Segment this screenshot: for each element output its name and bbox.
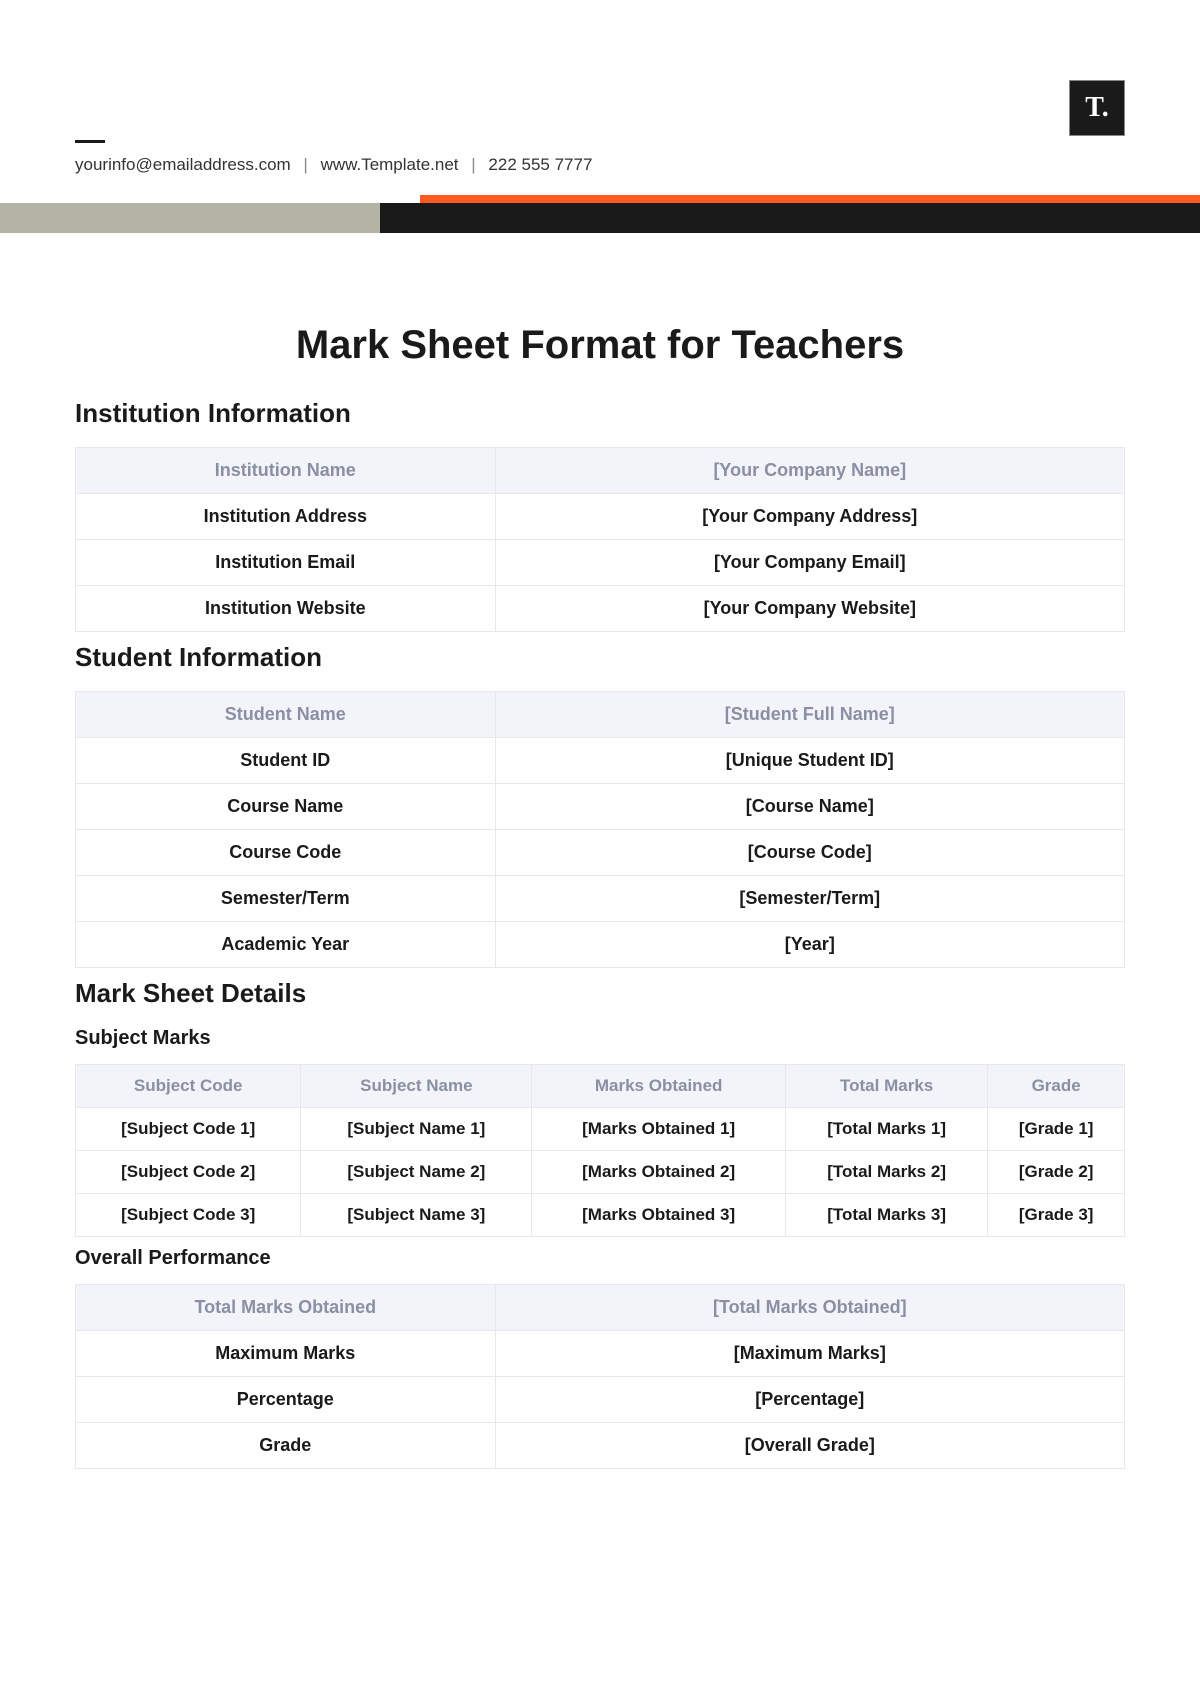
row-label: Institution Website	[76, 586, 496, 632]
table-row: Academic Year [Year]	[76, 922, 1125, 968]
table-row: [Subject Code 1] [Subject Name 1] [Marks…	[76, 1108, 1125, 1151]
row-value: [Your Company Address]	[495, 494, 1124, 540]
table-row: Institution Address [Your Company Addres…	[76, 494, 1125, 540]
row-value: [Student Full Name]	[495, 692, 1124, 738]
row-value: [Your Company Name]	[495, 448, 1124, 494]
overall-heading: Overall Performance	[75, 1247, 1125, 1270]
row-value: [Your Company Website]	[495, 586, 1124, 632]
row-value: [Course Code]	[495, 830, 1124, 876]
header-phone: 222 555 7777	[488, 155, 592, 174]
col-subject-name: Subject Name	[301, 1065, 532, 1108]
row-label: Institution Name	[76, 448, 496, 494]
row-value: [Your Company Email]	[495, 540, 1124, 586]
cell-subject-code: [Subject Code 2]	[76, 1151, 301, 1194]
institution-heading: Institution Information	[75, 398, 1125, 429]
col-grade: Grade	[988, 1065, 1125, 1108]
subject-marks-table: Subject Code Subject Name Marks Obtained…	[75, 1064, 1125, 1237]
table-row: Grade [Overall Grade]	[76, 1423, 1125, 1469]
col-marks-obtained: Marks Obtained	[532, 1065, 786, 1108]
document-content: Mark Sheet Format for Teachers Instituti…	[75, 233, 1125, 1469]
table-row: [Subject Code 2] [Subject Name 2] [Marks…	[76, 1151, 1125, 1194]
cell-subject-name: [Subject Name 2]	[301, 1151, 532, 1194]
separator: |	[303, 155, 307, 174]
table-row: Student Name [Student Full Name]	[76, 692, 1125, 738]
subject-tbody: [Subject Code 1] [Subject Name 1] [Marks…	[76, 1108, 1125, 1237]
subject-header-row: Subject Code Subject Name Marks Obtained…	[76, 1065, 1125, 1108]
student-tbody: Student Name [Student Full Name] Student…	[76, 692, 1125, 968]
cell-subject-name: [Subject Name 3]	[301, 1194, 532, 1237]
row-value: [Total Marks Obtained]	[495, 1285, 1124, 1331]
table-row: Institution Email [Your Company Email]	[76, 540, 1125, 586]
cell-marks-obtained: [Marks Obtained 3]	[532, 1194, 786, 1237]
row-value: [Overall Grade]	[495, 1423, 1124, 1469]
row-label: Maximum Marks	[76, 1331, 496, 1377]
row-label: Student Name	[76, 692, 496, 738]
cell-grade: [Grade 3]	[988, 1194, 1125, 1237]
cell-total-marks: [Total Marks 3]	[785, 1194, 987, 1237]
row-value: [Year]	[495, 922, 1124, 968]
institution-table: Institution Name [Your Company Name] Ins…	[75, 447, 1125, 632]
cell-subject-code: [Subject Code 3]	[76, 1194, 301, 1237]
table-row: Percentage [Percentage]	[76, 1377, 1125, 1423]
row-label: Institution Address	[76, 494, 496, 540]
header-contact-line: yourinfo@emailaddress.com | www.Template…	[75, 155, 1125, 175]
table-row: Course Code [Course Code]	[76, 830, 1125, 876]
row-value: [Semester/Term]	[495, 876, 1124, 922]
decorative-banner	[0, 195, 1200, 233]
row-value: [Maximum Marks]	[495, 1331, 1124, 1377]
row-label: Total Marks Obtained	[76, 1285, 496, 1331]
cell-grade: [Grade 2]	[988, 1151, 1125, 1194]
brand-logo-text: T.	[1085, 92, 1109, 124]
overall-table: Total Marks Obtained [Total Marks Obtain…	[75, 1284, 1125, 1469]
cell-total-marks: [Total Marks 1]	[785, 1108, 987, 1151]
student-heading: Student Information	[75, 642, 1125, 673]
row-label: Institution Email	[76, 540, 496, 586]
brand-logo: T.	[1069, 80, 1125, 136]
cell-grade: [Grade 1]	[988, 1108, 1125, 1151]
row-value: [Unique Student ID]	[495, 738, 1124, 784]
row-label: Semester/Term	[76, 876, 496, 922]
cell-subject-name: [Subject Name 1]	[301, 1108, 532, 1151]
table-row: Semester/Term [Semester/Term]	[76, 876, 1125, 922]
table-row: Student ID [Unique Student ID]	[76, 738, 1125, 784]
row-label: Percentage	[76, 1377, 496, 1423]
cell-total-marks: [Total Marks 2]	[785, 1151, 987, 1194]
row-label: Course Code	[76, 830, 496, 876]
banner-right	[380, 203, 1200, 233]
banner-left	[0, 203, 400, 233]
student-table: Student Name [Student Full Name] Student…	[75, 691, 1125, 968]
row-label: Course Name	[76, 784, 496, 830]
table-row: Institution Name [Your Company Name]	[76, 448, 1125, 494]
marksheet-heading: Mark Sheet Details	[75, 978, 1125, 1009]
row-label: Academic Year	[76, 922, 496, 968]
col-subject-code: Subject Code	[76, 1065, 301, 1108]
col-total-marks: Total Marks	[785, 1065, 987, 1108]
table-row: Course Name [Course Name]	[76, 784, 1125, 830]
page-title: Mark Sheet Format for Teachers	[75, 323, 1125, 368]
institution-tbody: Institution Name [Your Company Name] Ins…	[76, 448, 1125, 632]
decorative-line	[75, 140, 105, 143]
row-label: Grade	[76, 1423, 496, 1469]
separator: |	[471, 155, 475, 174]
cell-marks-obtained: [Marks Obtained 2]	[532, 1151, 786, 1194]
row-label: Student ID	[76, 738, 496, 784]
header-email: yourinfo@emailaddress.com	[75, 155, 291, 174]
table-row: Institution Website [Your Company Websit…	[76, 586, 1125, 632]
cell-marks-obtained: [Marks Obtained 1]	[532, 1108, 786, 1151]
table-row: Total Marks Obtained [Total Marks Obtain…	[76, 1285, 1125, 1331]
row-value: [Course Name]	[495, 784, 1124, 830]
table-row: Maximum Marks [Maximum Marks]	[76, 1331, 1125, 1377]
row-value: [Percentage]	[495, 1377, 1124, 1423]
header-website: www.Template.net	[321, 155, 459, 174]
table-row: [Subject Code 3] [Subject Name 3] [Marks…	[76, 1194, 1125, 1237]
document-page: T. yourinfo@emailaddress.com | www.Templ…	[0, 0, 1200, 1519]
overall-tbody: Total Marks Obtained [Total Marks Obtain…	[76, 1285, 1125, 1469]
banner-diagonal	[380, 203, 420, 233]
subject-marks-heading: Subject Marks	[75, 1027, 1125, 1050]
cell-subject-code: [Subject Code 1]	[76, 1108, 301, 1151]
